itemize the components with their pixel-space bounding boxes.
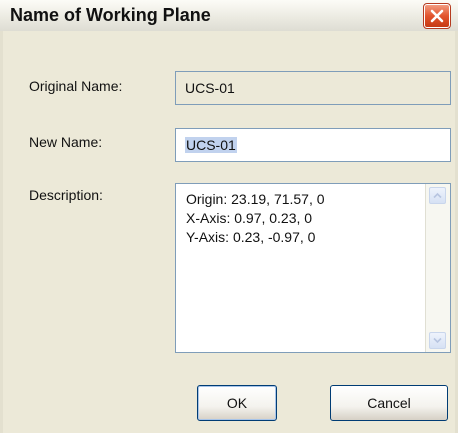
dialog-body: Original Name: UCS-01 New Name: UCS-01 D…: [0, 31, 458, 433]
scroll-up-button[interactable]: [429, 187, 446, 204]
original-name-field: UCS-01: [175, 71, 451, 105]
new-name-input[interactable]: UCS-01: [175, 128, 451, 162]
chevron-down-icon: [433, 337, 442, 344]
description-text: Origin: 23.19, 71.57, 0 X-Axis: 0.97, 0.…: [186, 190, 325, 247]
ok-button[interactable]: OK: [197, 385, 277, 421]
window-title: Name of Working Plane: [10, 5, 211, 25]
description-line: Y-Axis: 0.23, -0.97, 0: [186, 229, 316, 245]
close-icon: [430, 9, 444, 23]
description-textarea[interactable]: Origin: 23.19, 71.57, 0 X-Axis: 0.97, 0.…: [175, 183, 451, 353]
cancel-button[interactable]: Cancel: [330, 385, 448, 421]
new-name-value: UCS-01: [185, 137, 237, 153]
original-name-value: UCS-01: [185, 80, 235, 96]
description-line: X-Axis: 0.97, 0.23, 0: [186, 210, 313, 226]
original-name-label: Original Name:: [29, 78, 123, 94]
chevron-up-icon: [433, 192, 442, 199]
title-bar[interactable]: Name of Working Plane: [0, 0, 458, 32]
description-label: Description:: [29, 187, 103, 203]
close-button[interactable]: [423, 3, 451, 29]
description-line: Origin: 23.19, 71.57, 0: [186, 191, 325, 207]
scroll-down-button[interactable]: [429, 332, 446, 349]
description-scrollbar[interactable]: [425, 184, 450, 352]
new-name-label: New Name:: [29, 134, 103, 150]
